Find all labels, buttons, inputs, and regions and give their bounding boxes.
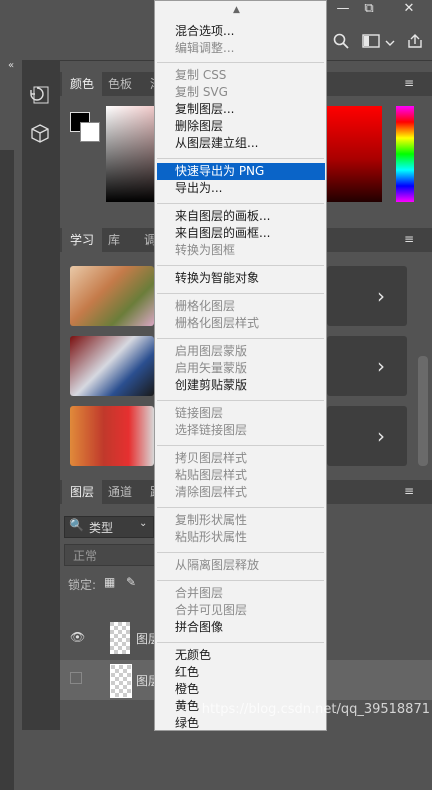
left-toolbar: «: [0, 60, 60, 790]
blend-mode-select[interactable]: 正常: [64, 544, 158, 566]
tutorial-thumbnail-flowers[interactable]: [70, 266, 154, 326]
panel-menu-icon[interactable]: ≡: [404, 232, 414, 246]
menu-item-copy-css[interactable]: 复制 CSS: [175, 67, 226, 84]
menu-separator: [157, 580, 324, 581]
menu-item-copy-svg[interactable]: 复制 SVG: [175, 84, 228, 101]
color-field[interactable]: [106, 106, 156, 202]
panel-menu-icon[interactable]: ≡: [404, 76, 414, 90]
history-icon[interactable]: [28, 84, 52, 108]
menu-separator: [157, 507, 324, 508]
hue-slider[interactable]: [396, 106, 414, 202]
menu-item-select-linked-layers[interactable]: 选择链接图层: [175, 422, 247, 439]
close-button[interactable]: ✕: [392, 0, 426, 20]
menu-item-paste-shape-attributes[interactable]: 粘贴形状属性: [175, 529, 247, 546]
layer-filter-select[interactable]: 🔍 类型 ⌄: [64, 516, 154, 538]
menu-item-release-from-isolation[interactable]: 从隔离图层释放: [175, 557, 259, 574]
menu-item-blending-options[interactable]: 混合选项...: [175, 23, 234, 40]
menu-item-link-layers[interactable]: 链接图层: [175, 405, 223, 422]
menu-separator: [157, 203, 324, 204]
menu-item-orange[interactable]: 橙色: [175, 681, 199, 698]
menu-item-flatten-image[interactable]: 拼合图像: [175, 619, 223, 636]
menu-item-edit-adjustment[interactable]: 编辑调整...: [175, 40, 234, 57]
tab-libraries[interactable]: 库: [100, 228, 128, 252]
layer-filter-value: 类型: [89, 521, 114, 535]
visibility-eye-icon[interactable]: 👁: [70, 630, 85, 644]
menu-separator: [157, 62, 324, 63]
chevron-down-icon: ⌄: [139, 518, 148, 529]
menu-separator: [157, 265, 324, 266]
restore-button[interactable]: ⧉: [352, 0, 386, 20]
menu-separator: [157, 642, 324, 643]
color-field-right[interactable]: [326, 106, 382, 202]
chevron-right-icon: ›: [377, 354, 385, 378]
menu-item-merge-visible[interactable]: 合并可见图层: [175, 602, 247, 619]
menu-item-green[interactable]: 绿色: [175, 715, 199, 732]
menu-item-no-color[interactable]: 无颜色: [175, 647, 211, 664]
menu-item-rasterize-layer-style[interactable]: 栅格化图层样式: [175, 315, 259, 332]
tutorial-thumbnail-fish[interactable]: [70, 406, 154, 466]
3d-icon[interactable]: [28, 122, 52, 146]
menu-item-enable-layer-mask[interactable]: 启用图层蒙版: [175, 343, 247, 360]
menu-item-enable-vector-mask[interactable]: 启用矢量蒙版: [175, 360, 247, 377]
lock-paint-icon[interactable]: ✎: [126, 575, 136, 589]
lock-label: 锁定:: [68, 578, 97, 592]
menu-item-copy-shape-attributes[interactable]: 复制形状属性: [175, 512, 247, 529]
visibility-toggle[interactable]: [70, 672, 82, 684]
scroll-up-arrow-icon[interactable]: ▲: [233, 5, 240, 15]
menu-separator: [157, 400, 324, 401]
tutorial-thumbnail-pencils[interactable]: [70, 336, 154, 396]
tab-channels[interactable]: 通道: [100, 480, 140, 504]
workspace-menu-icon[interactable]: [383, 33, 397, 53]
collapse-left-icon[interactable]: «: [8, 60, 14, 71]
menu-separator: [157, 552, 324, 553]
blend-mode-value: 正常: [73, 549, 98, 563]
tab-learn[interactable]: 学习: [62, 228, 103, 252]
menu-item-copy-layer-style[interactable]: 拷贝图层样式: [175, 450, 247, 467]
menu-item-quick-export-png[interactable]: 快速导出为 PNG: [157, 163, 325, 180]
panel-icon-column: [22, 60, 60, 730]
menu-separator: [157, 293, 324, 294]
menu-item-group-from-layers[interactable]: 从图层建立组...: [175, 135, 258, 152]
menu-item-clear-layer-style[interactable]: 清除图层样式: [175, 484, 247, 501]
tab-swatches[interactable]: 色板: [100, 72, 140, 96]
chevron-right-icon: ›: [377, 284, 385, 308]
tutorial-card-2[interactable]: ›: [327, 336, 407, 396]
menu-item-delete-layer[interactable]: 删除图层: [175, 118, 223, 135]
menu-item-merge-layers[interactable]: 合并图层: [175, 585, 223, 602]
menu-separator: [157, 338, 324, 339]
menu-separator: [157, 158, 324, 159]
menu-item-export-as[interactable]: 导出为...: [175, 180, 222, 197]
menu-item-paste-layer-style[interactable]: 粘贴图层样式: [175, 467, 247, 484]
menu-item-create-clipping-mask[interactable]: 创建剪贴蒙版: [175, 377, 247, 394]
search-icon: 🔍: [69, 518, 84, 532]
menu-separator: [157, 445, 324, 446]
menu-item-artboard-from-layers[interactable]: 来自图层的画板...: [175, 208, 270, 225]
menu-item-frame-from-layers[interactable]: 来自图层的画框...: [175, 225, 270, 242]
learn-scrollbar[interactable]: [418, 356, 428, 466]
layer-context-menu: ▲ 混合选项... 编辑调整... 复制 CSS 复制 SVG 复制图层... …: [154, 0, 327, 731]
tab-color[interactable]: 颜色: [62, 72, 103, 96]
canvas-edge: [0, 150, 14, 790]
tab-layers[interactable]: 图层: [62, 480, 103, 504]
lock-transparent-icon[interactable]: ▦: [104, 575, 115, 589]
tutorial-card-3[interactable]: ›: [327, 406, 407, 466]
chevron-right-icon: ›: [377, 424, 385, 448]
tutorial-card-1[interactable]: ›: [327, 266, 407, 326]
watermark-text: https://blog.csdn.net/qq_39518871: [201, 702, 430, 717]
menu-item-red[interactable]: 红色: [175, 664, 199, 681]
layer-thumbnail: [110, 622, 130, 654]
share-icon[interactable]: [404, 33, 426, 53]
menu-item-convert-to-frame[interactable]: 转换为图框: [175, 242, 235, 259]
panel-menu-icon[interactable]: ≡: [404, 484, 414, 498]
workspace-icon[interactable]: [360, 33, 382, 53]
background-color-swatch[interactable]: [80, 122, 100, 142]
layer-thumbnail: [110, 664, 132, 698]
menu-item-duplicate-layer[interactable]: 复制图层...: [175, 101, 234, 118]
menu-item-convert-smart-object[interactable]: 转换为智能对象: [175, 270, 259, 287]
search-icon[interactable]: [330, 33, 352, 53]
menu-item-rasterize-layer[interactable]: 栅格化图层: [175, 298, 235, 315]
